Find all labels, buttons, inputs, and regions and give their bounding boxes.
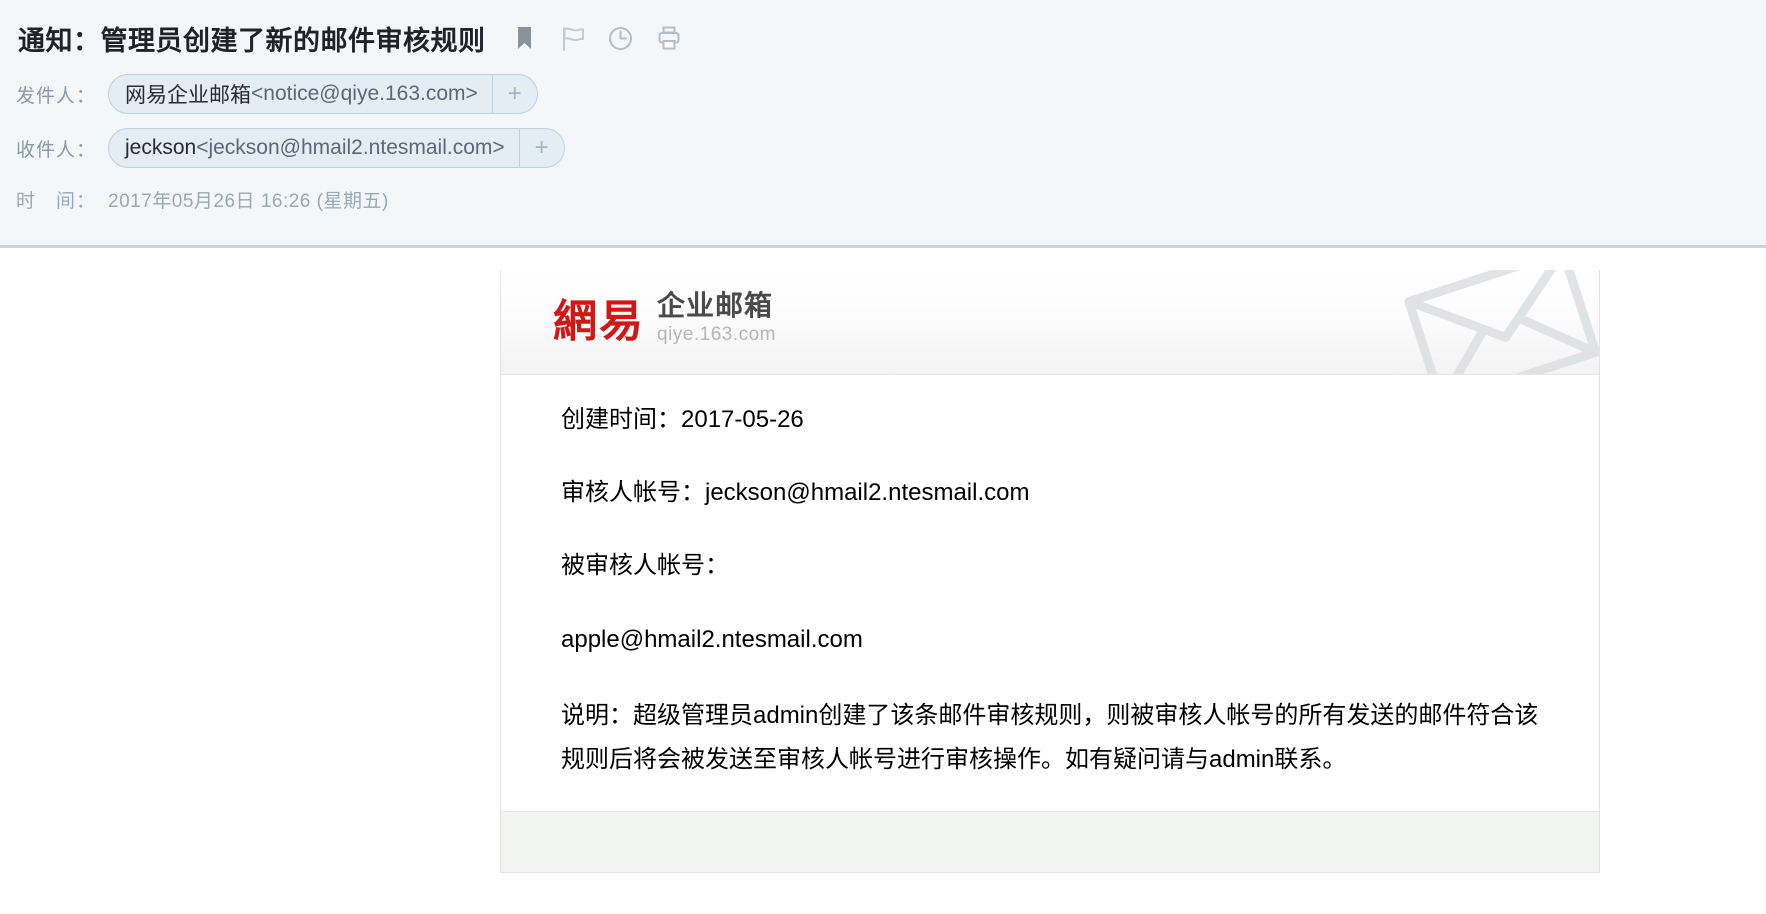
time-row: 时 间： 2017年05月26日 16:26 (星期五) [0,184,1766,214]
brand-text-block: 企业邮箱 qiye.163.com [657,290,777,345]
envelope-watermark-icon [1387,270,1599,374]
flag-icon[interactable] [560,25,586,51]
recipient-chip-text: jeckson <jeckson@hmail2.ntesmail.com> [109,129,519,167]
brand-url: qiye.163.com [657,324,777,345]
card-content: 创建时间：2017-05-26 审核人帐号：jeckson@hmail2.nte… [501,375,1599,811]
note-paragraph: 说明：超级管理员admin创建了该条邮件审核规则，则被审核人帐号的所有发送的邮件… [561,701,1539,774]
recipient-add-button[interactable]: + [518,129,564,167]
reviewed-account-label-line: 被审核人帐号： [561,552,729,580]
brand-logo-text: 網易 [553,296,645,347]
sender-address: <notice@qiye.163.com> [251,82,478,105]
subject-toolbar [512,25,682,51]
time-value: 2017年05月26日 16:26 (星期五) [108,190,389,212]
sender-chip-text: 网易企业邮箱 <notice@qiye.163.com> [109,75,492,113]
time-label: 时 间： [16,190,97,212]
page-title: 通知：管理员创建了新的邮件审核规则 [18,25,486,56]
sender-row: 发件人： 网易企业邮箱 <notice@qiye.163.com> + [0,72,1766,116]
sender-add-button[interactable]: + [491,75,537,113]
card-banner: 網易 企业邮箱 qiye.163.com [501,270,1599,375]
card-footer [501,810,1599,872]
reviewed-account-value-line: apple@hmail2.ntesmail.com [561,625,863,653]
mail-body: 網易 企业邮箱 qiye.163.com 创建时间：2017-05-26 审核人… [0,248,1766,914]
sender-chip[interactable]: 网易企业邮箱 <notice@qiye.163.com> + [108,74,538,114]
print-icon[interactable] [656,25,682,51]
mail-header: 通知：管理员创建了新的邮件审核规则 发件人： 网易企业邮箱 <notice@qi… [0,0,1766,248]
recipient-chip[interactable]: jeckson <jeckson@hmail2.ntesmail.com> + [108,128,565,168]
recipient-name: jeckson [125,136,197,159]
clock-icon[interactable] [608,25,634,51]
bookmark-icon[interactable] [512,25,538,51]
sender-label: 发件人： [16,85,97,107]
recipient-label: 收件人： [16,139,97,161]
brand-logo: 網易 企业邮箱 qiye.163.com [553,290,777,347]
brand-subtitle: 企业邮箱 [657,290,774,321]
reviewer-account-line: 审核人帐号：jeckson@hmail2.ntesmail.com [561,479,1030,507]
sender-name: 网易企业邮箱 [125,84,251,107]
recipient-row: 收件人： jeckson <jeckson@hmail2.ntesmail.com… [0,126,1766,170]
recipient-address: <jeckson@hmail2.ntesmail.com> [196,136,505,159]
subject-row: 通知：管理员创建了新的邮件审核规则 [0,14,1766,62]
created-time-line: 创建时间：2017-05-26 [561,406,804,433]
notification-card: 網易 企业邮箱 qiye.163.com 创建时间：2017-05-26 审核人… [500,270,1600,873]
